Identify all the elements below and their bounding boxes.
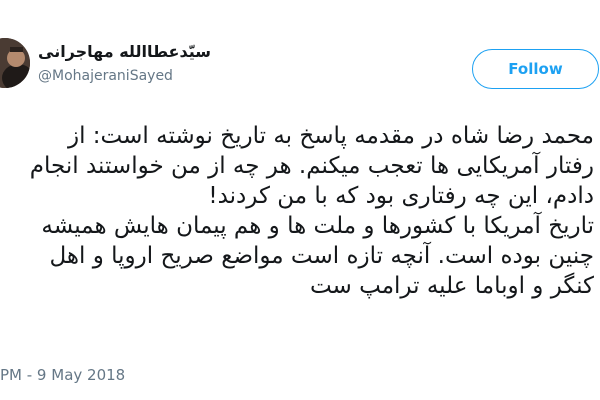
tweet-line: رفتار آمریکایی ها تعجب میکنم. هر چه از م…: [29, 153, 594, 179]
tweet-timestamp[interactable]: PM - 9 May 2018: [0, 366, 125, 384]
tweet-line: محمد رضا شاه در مقدمه پاسخ به تاریخ نوشت…: [68, 123, 594, 149]
tweet-line: دادم، این چه رفتاری بود که با من کردند!: [208, 183, 594, 209]
avatar-photo: [0, 38, 30, 88]
tweet-line: کنگر و اوباما علیه ترامپ ست: [309, 273, 594, 299]
follow-button-label: Follow: [508, 60, 563, 78]
tweet-text: محمد رضا شاه در مقدمه پاسخ به تاریخ نوشت…: [0, 121, 594, 301]
user-handle[interactable]: @MohajeraniSayed: [38, 68, 173, 84]
tweet-line: تاریخ آمریکا با کشورها و ملت ها و هم پیم…: [41, 213, 594, 239]
follow-button[interactable]: Follow: [472, 49, 599, 89]
tweet-line: چنین بوده است. آنچه تازه است مواضع صریح …: [49, 243, 594, 269]
avatar[interactable]: [0, 38, 30, 88]
user-display-name[interactable]: سیّدعطاالله مهاجرانی: [38, 42, 211, 61]
